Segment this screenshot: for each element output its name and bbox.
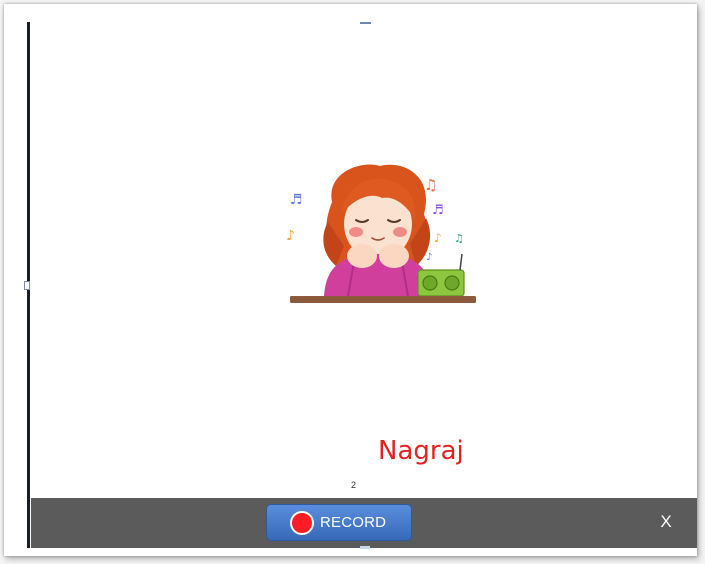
name-text: Nagraj	[378, 436, 464, 466]
svg-text:♬: ♬	[290, 192, 303, 208]
recording-toolbar: RECORD X	[31, 498, 697, 548]
svg-text:♪: ♪	[434, 231, 442, 245]
record-label: RECORD	[320, 514, 387, 531]
svg-text:♪: ♪	[426, 252, 432, 263]
svg-text:♫: ♫	[454, 232, 464, 245]
svg-text:♬: ♬	[432, 203, 444, 218]
record-icon	[290, 510, 314, 535]
svg-text:♪: ♪	[286, 228, 295, 244]
svg-text:♫: ♫	[424, 176, 437, 194]
left-resize-handle[interactable]	[24, 281, 30, 290]
close-button[interactable]: X	[658, 511, 674, 533]
top-resize-handle[interactable]	[360, 22, 371, 24]
girl-listening-music-illustration: ♬ ♪ ♫ ♬ ♪ ♫ ♪	[286, 164, 476, 303]
page-number: 2	[351, 480, 357, 490]
bottom-resize-handle[interactable]	[360, 546, 370, 549]
record-button[interactable]: RECORD	[266, 504, 412, 541]
